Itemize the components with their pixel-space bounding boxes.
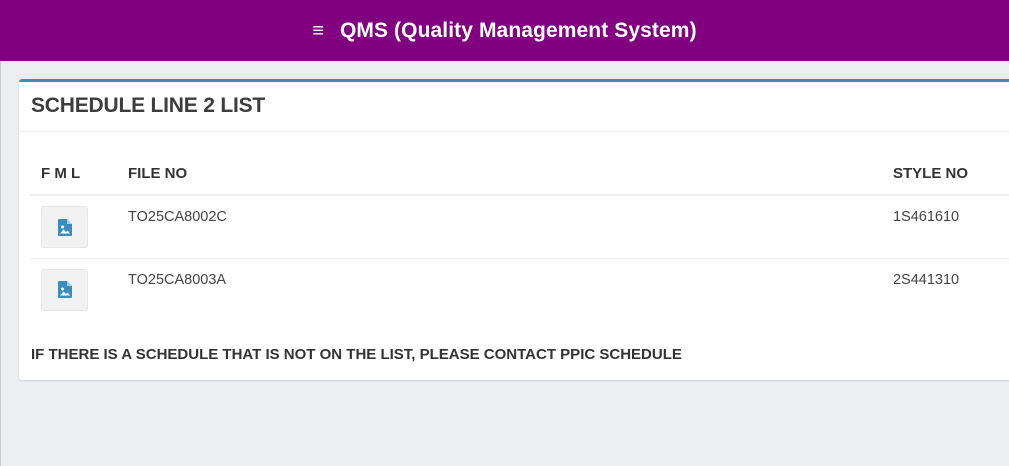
app-title: QMS (Quality Management System) [339,18,697,42]
schedule-list-card: SCHEDULE LINE 2 LIST F M L FILE NO STYLE… [19,79,1009,380]
image-file-icon [57,281,72,298]
column-header-file-no: FILE NO [128,152,893,196]
table-header-row: F M L FILE NO STYLE NO [30,152,1009,196]
card-title: SCHEDULE LINE 2 LIST [31,94,266,117]
contact-ppic-notice: IF THERE IS A SCHEDULE THAT IS NOT ON TH… [31,346,682,363]
style-no-cell: 1S461610 [893,195,1009,259]
view-fml-image-button[interactable] [41,268,88,311]
view-fml-image-button[interactable] [41,206,88,248]
card-header: SCHEDULE LINE 2 LIST [19,82,1009,132]
file-no-cell: TO25CA8003A [128,271,227,288]
file-no-cell: TO25CA8002C [128,195,893,259]
hamburger-menu-icon[interactable]: ≡ [312,21,324,41]
top-navbar: ≡ QMS (Quality Management System) [0,0,1009,61]
image-file-icon [57,218,72,236]
fml-cell [30,195,128,259]
style-no-cell: 2S441310 [893,271,960,288]
column-header-fml: F M L [30,152,128,196]
table-row: TO25CA8003A 2S441310 [30,258,1009,321]
table-row: TO25CA8002C 1S461610 [30,195,1009,259]
fml-cell [30,258,128,321]
sidebar-edge-divider [0,61,1,466]
schedule-table: F M L FILE NO STYLE NO TO25CA8002C 1S461… [30,152,1009,321]
column-header-style-no: STYLE NO [893,152,1009,196]
